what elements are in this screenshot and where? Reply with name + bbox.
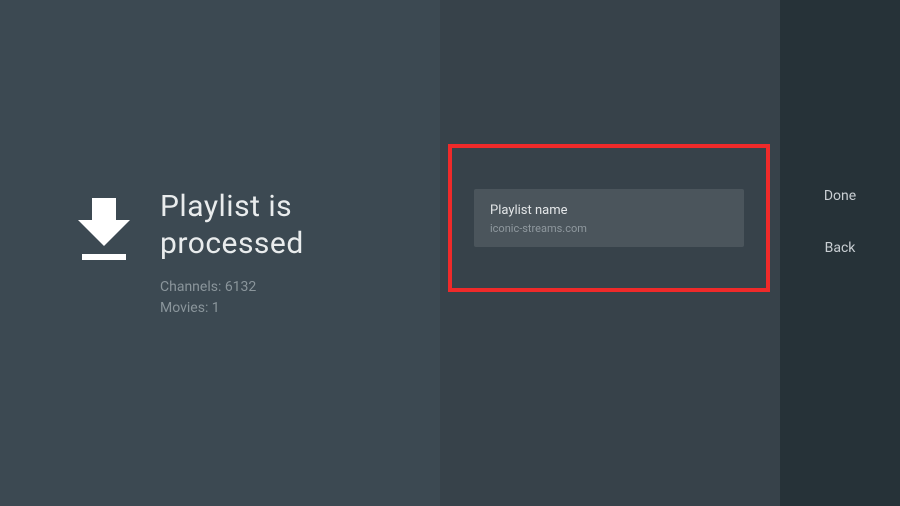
done-button[interactable]: Done (780, 188, 900, 204)
channels-count: Channels: 6132 (160, 277, 304, 298)
left-content: Playlist is processed Channels: 6132 Mov… (78, 188, 304, 319)
page-title: Playlist is processed (160, 188, 304, 263)
stats: Channels: 6132 Movies: 1 (160, 277, 304, 319)
playlist-name-value: iconic-streams.com (490, 222, 728, 235)
playlist-name-label: Playlist name (490, 203, 728, 218)
movies-count: Movies: 1 (160, 298, 304, 319)
download-icon (78, 188, 130, 264)
left-panel: Playlist is processed Channels: 6132 Mov… (0, 0, 440, 506)
highlight-annotation: Playlist name iconic-streams.com (448, 144, 770, 292)
right-panel: Done Back (780, 0, 900, 506)
back-button[interactable]: Back (780, 240, 900, 256)
left-text: Playlist is processed Channels: 6132 Mov… (160, 188, 304, 319)
playlist-name-field[interactable]: Playlist name iconic-streams.com (474, 189, 744, 247)
middle-panel: Playlist name iconic-streams.com (440, 0, 780, 506)
